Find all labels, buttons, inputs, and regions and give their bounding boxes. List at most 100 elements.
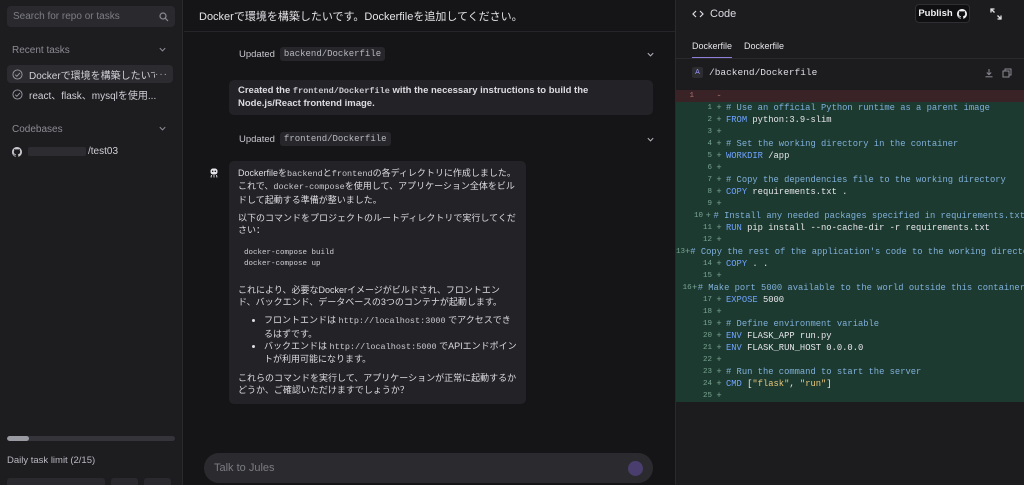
sidebar-bottom-button[interactable] bbox=[144, 478, 171, 485]
code-keyword: CMD bbox=[726, 379, 742, 389]
sidebar-bottom-button[interactable] bbox=[111, 478, 138, 485]
updated-file-row[interactable]: Updated backend/Dockerfile bbox=[239, 47, 655, 61]
sidebar-bottom-button[interactable] bbox=[7, 478, 105, 485]
fullscreen-icon[interactable] bbox=[990, 8, 1002, 20]
task-item[interactable]: Dockerで環境を構築したいで... ··· bbox=[7, 65, 173, 83]
daily-limit-text: Daily task limit (2/15) bbox=[7, 455, 96, 466]
code-comment: # Copy the rest of the application's cod… bbox=[690, 247, 1024, 257]
diff-line-added: 19 + # Define environment variable bbox=[676, 318, 1024, 330]
line-number: 1 bbox=[689, 92, 694, 100]
task-item[interactable]: react、flask、mysqlを使用... bbox=[7, 85, 173, 103]
diff-line-added: 25 + bbox=[676, 390, 1024, 402]
line-number: 13 bbox=[676, 248, 686, 256]
code-rest: requirements.txt . bbox=[747, 187, 848, 197]
diff-sign: + bbox=[705, 211, 711, 221]
tab-dockerfile-frontend[interactable]: Dockerfile bbox=[744, 41, 784, 59]
line-number: 6 bbox=[707, 164, 712, 172]
chat-composer[interactable]: Talk to Jules bbox=[204, 453, 653, 483]
copy-icon[interactable] bbox=[1002, 68, 1012, 78]
diff-line-added: 17 + EXPOSE 5000 bbox=[676, 294, 1024, 306]
list-item: バックエンドは http://localhost:5000 でAPIエンドポイン… bbox=[264, 340, 517, 366]
diff-sign: + bbox=[716, 355, 722, 365]
reply-paragraph: これにより、必要なDockerイメージがビルドされ、フロントエンド、バックエンド… bbox=[238, 285, 502, 308]
diff-line-added: 16 + # Make port 5000 available to the wor… bbox=[676, 282, 1024, 294]
diff-line-added: 23 + # Run the command to start the server bbox=[676, 366, 1024, 378]
line-number: 19 bbox=[702, 320, 712, 328]
line-number: 25 bbox=[702, 392, 712, 400]
codebases-header[interactable]: Codebases bbox=[12, 124, 167, 135]
diff-line-added: 4 + # Set the working directory in the con… bbox=[676, 138, 1024, 150]
line-number: 1 bbox=[707, 104, 712, 112]
code-comment: # Copy the dependencies file to the work… bbox=[726, 175, 1006, 185]
updated-file-row[interactable]: Updated frontend/Dockerfile bbox=[239, 132, 655, 146]
task-label: Dockerで環境を構築したいで... bbox=[29, 70, 155, 82]
line-number: 4 bbox=[707, 140, 712, 148]
message-text: Created the bbox=[238, 85, 293, 96]
code-rest: pip install --no-cache-dir -r requiremen… bbox=[741, 223, 990, 233]
diff-line-added: 5 + WORKDIR /app bbox=[676, 150, 1024, 162]
list-item: フロントエンドは http://localhost:3000 でアクセスできるは… bbox=[264, 314, 517, 340]
code-text: # Make port 5000 available to the world … bbox=[698, 283, 1024, 293]
code-panel: Code Publish Dockerfile Dockerfile A /ba… bbox=[675, 0, 1024, 485]
codebase-owner-redacted bbox=[28, 147, 86, 156]
task-more-button[interactable]: ··· bbox=[155, 69, 168, 80]
agent-message: Created the frontend/Dockerfile with the… bbox=[229, 80, 653, 115]
diff-sign: - bbox=[716, 91, 722, 101]
line-number: 11 bbox=[702, 224, 712, 232]
code-rest: /app bbox=[762, 151, 790, 161]
updated-file-path: backend/Dockerfile bbox=[279, 47, 386, 61]
daily-limit-progress-fill bbox=[7, 436, 30, 441]
code-text: COPY requirements.txt . bbox=[726, 187, 847, 197]
code-text: # Define environment variable bbox=[726, 319, 879, 329]
codebase-item[interactable]: /test03 bbox=[12, 146, 118, 157]
chevron-down-icon[interactable] bbox=[158, 124, 167, 133]
diff-sign: + bbox=[716, 151, 722, 161]
search-icon bbox=[159, 11, 169, 21]
message-text: Dockerfileを bbox=[238, 168, 288, 178]
code-text: EXPOSE 5000 bbox=[726, 295, 784, 305]
code-block: docker-compose build docker-compose up bbox=[238, 244, 517, 274]
divider bbox=[184, 31, 675, 32]
diff-sign: + bbox=[716, 175, 722, 185]
chevron-down-icon[interactable] bbox=[646, 135, 655, 144]
line-number: 24 bbox=[702, 380, 712, 388]
inline-code: frontend bbox=[331, 169, 373, 179]
diff-sign: + bbox=[716, 235, 722, 245]
bot-icon bbox=[210, 168, 218, 178]
file-actions bbox=[984, 68, 1012, 78]
send-icon[interactable] bbox=[628, 460, 643, 476]
chevron-down-icon[interactable] bbox=[158, 45, 167, 54]
diff-line-added: 12 + bbox=[676, 234, 1024, 246]
diff-sign: + bbox=[716, 199, 722, 209]
search-input[interactable]: Search for repo or tasks bbox=[7, 6, 175, 27]
diff-sign: + bbox=[716, 271, 722, 281]
code-text: # Use an official Python runtime as a pa… bbox=[726, 103, 990, 113]
line-number: 23 bbox=[702, 368, 712, 376]
recent-tasks-header[interactable]: Recent tasks bbox=[12, 45, 167, 56]
code-comment: # Use an official Python runtime as a pa… bbox=[726, 103, 990, 113]
diff-sign: + bbox=[716, 163, 722, 173]
tab-dockerfile-backend[interactable]: Dockerfile bbox=[692, 41, 733, 59]
diff-line-added: 20 + ENV FLASK_APP run.py bbox=[676, 330, 1024, 342]
diff-view: 1 - 1 + # Use an official Python runtime a… bbox=[676, 90, 1024, 402]
code-keyword: RUN bbox=[726, 223, 742, 233]
code-comment: # Install any needed packages specified … bbox=[713, 211, 1024, 221]
diff-sign: + bbox=[716, 367, 722, 377]
line-number: 18 bbox=[702, 308, 712, 316]
diff-sign: + bbox=[716, 379, 722, 389]
diff-sign: + bbox=[716, 319, 722, 329]
updated-label: Updated bbox=[239, 48, 275, 60]
diff-line-added: 10 + # Install any needed packages specifi… bbox=[676, 210, 1024, 222]
code-text: FROM python:3.9-slim bbox=[726, 115, 832, 125]
diff-sign: + bbox=[716, 187, 722, 197]
reply-paragraph: Dockerfileをbackendとfrontendの各ディレクトリに作成しま… bbox=[238, 167, 517, 206]
daily-limit-progress bbox=[7, 436, 175, 441]
diff-sign: + bbox=[716, 331, 722, 341]
download-icon[interactable] bbox=[984, 68, 994, 78]
code-text: # Copy the rest of the application's cod… bbox=[690, 247, 1024, 257]
diff-line-added: 3 + bbox=[676, 126, 1024, 138]
message-text: と bbox=[322, 168, 332, 178]
publish-button[interactable]: Publish bbox=[915, 4, 970, 23]
chevron-down-icon[interactable] bbox=[646, 50, 655, 59]
code-text: RUN pip install --no-cache-dir -r requir… bbox=[726, 223, 990, 233]
